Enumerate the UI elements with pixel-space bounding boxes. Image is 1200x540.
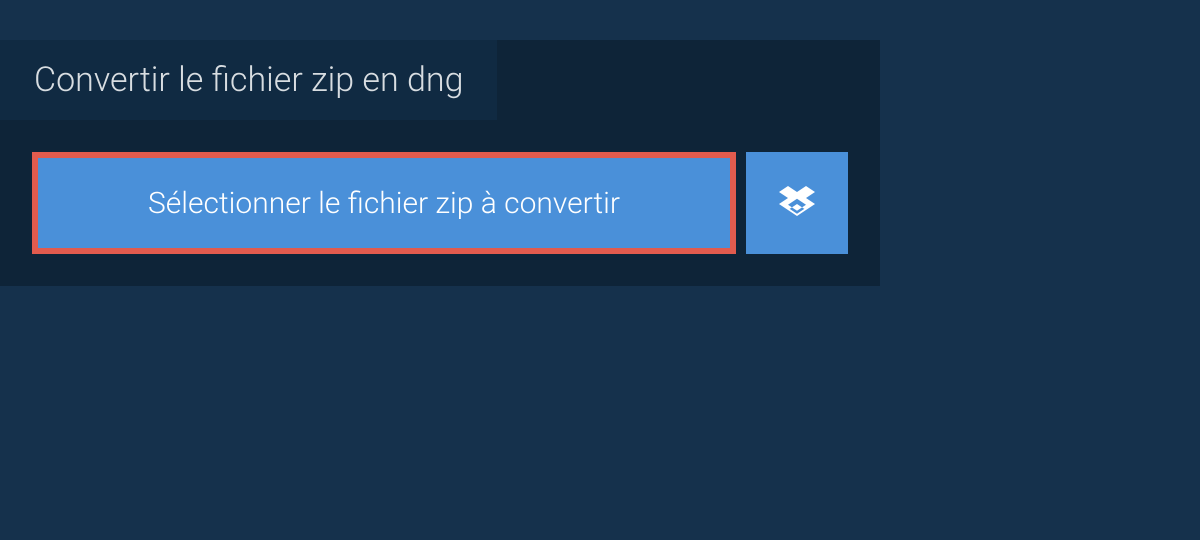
dropbox-icon: [779, 183, 815, 223]
button-row: Sélectionner le fichier zip à convertir: [0, 120, 880, 286]
select-file-button[interactable]: Sélectionner le fichier zip à convertir: [32, 152, 736, 254]
dropbox-button[interactable]: [746, 152, 848, 254]
converter-panel: Convertir le fichier zip en dng Sélectio…: [0, 40, 880, 286]
tab-convert[interactable]: Convertir le fichier zip en dng: [0, 40, 497, 120]
select-file-label: Sélectionner le fichier zip à convertir: [148, 186, 620, 221]
tab-title: Convertir le fichier zip en dng: [34, 60, 463, 100]
